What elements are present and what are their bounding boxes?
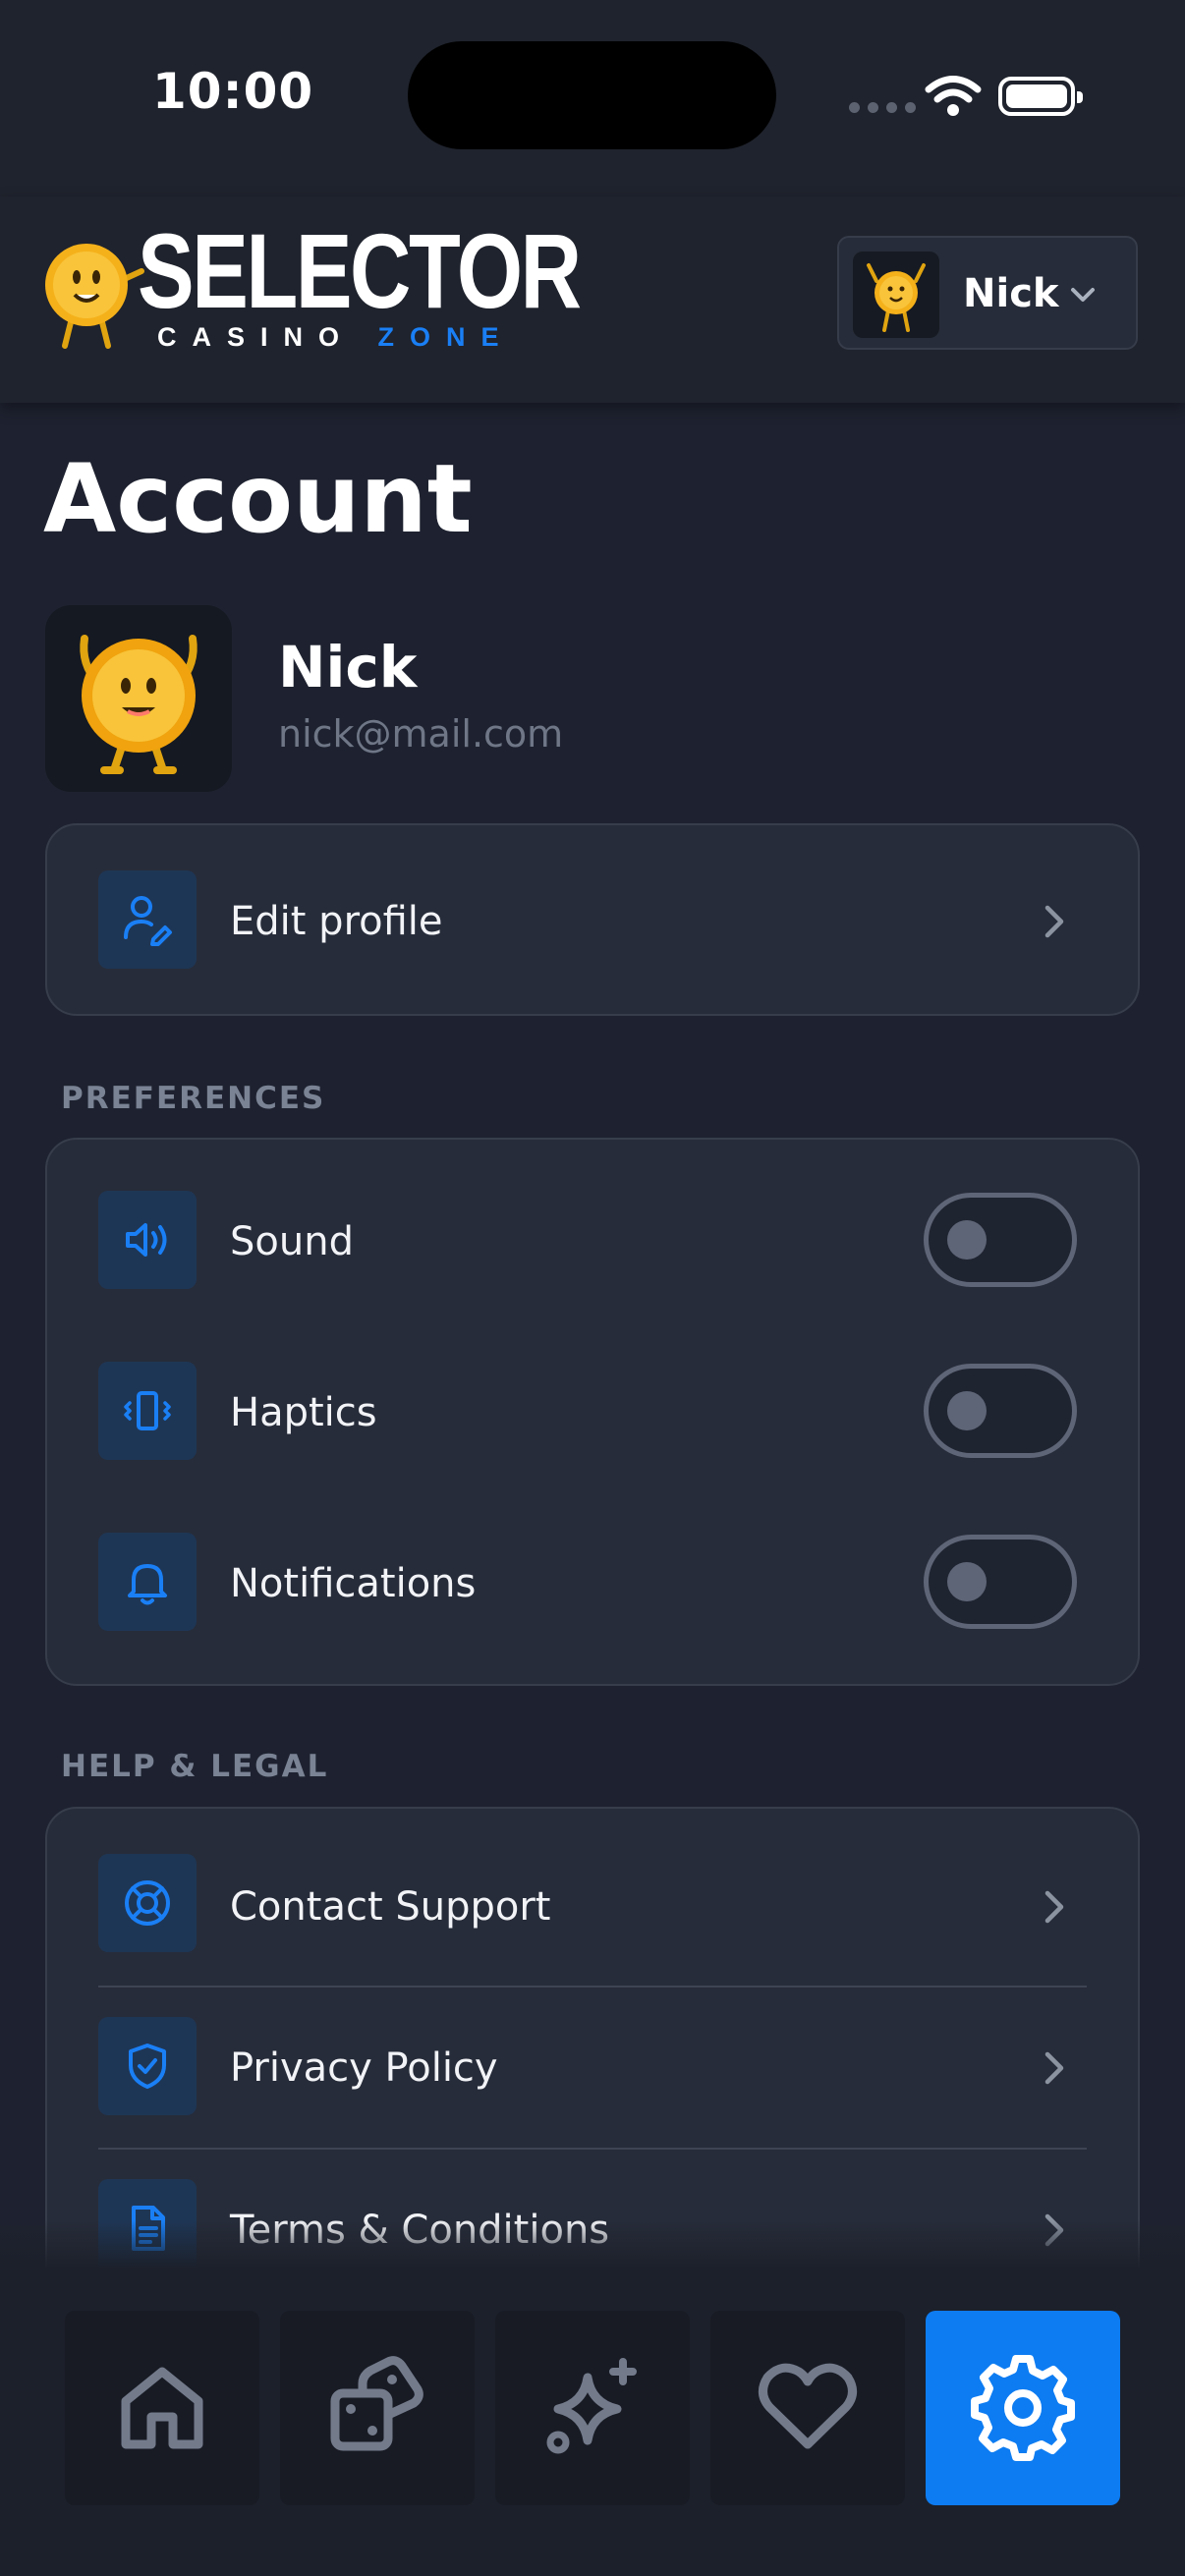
sound-toggle[interactable] [924, 1193, 1077, 1287]
privacy-policy-row[interactable]: Privacy Policy [47, 1988, 1138, 2149]
sparkle-icon [546, 2358, 637, 2454]
preferences-heading: PREFERENCES [61, 1081, 326, 1116]
lifebuoy-icon [98, 1854, 197, 1952]
contact-support-label: Contact Support [230, 1884, 551, 1930]
cellular-signal-icon [849, 102, 916, 113]
chevron-down-icon [1071, 288, 1095, 302]
page-title: Account [43, 444, 473, 554]
gear-icon [971, 2355, 1075, 2461]
user-switcher-name: Nick [963, 271, 1059, 316]
edit-profile-label: Edit profile [230, 899, 443, 944]
logo-subtitle-main: CASINO [157, 322, 356, 352]
nav-favorites-button[interactable] [710, 2311, 905, 2505]
chevron-right-icon [1044, 2051, 1064, 2085]
profile-name: Nick [278, 634, 418, 700]
nav-games-button[interactable] [280, 2311, 475, 2505]
coin-mascot-avatar-icon [867, 263, 926, 332]
toggle-knob [947, 1220, 987, 1260]
chevron-right-icon [1044, 905, 1064, 938]
edit-profile-button[interactable]: Edit profile [45, 823, 1140, 1016]
toggle-knob [947, 1391, 987, 1430]
sound-label: Sound [230, 1219, 354, 1264]
logo-subtitle-accent: ZONE [377, 322, 515, 352]
dice-icon [330, 2356, 423, 2451]
speaker-icon [98, 1191, 197, 1289]
logo-subtitle: CASINO ZONE [157, 322, 515, 353]
heart-icon [759, 2363, 857, 2449]
bell-icon [98, 1533, 197, 1631]
nav-featured-button[interactable] [495, 2311, 690, 2505]
haptics-label: Haptics [230, 1390, 377, 1435]
help-legal-heading: HELP & LEGAL [61, 1749, 329, 1784]
wifi-icon [925, 76, 982, 116]
shield-check-icon [98, 2017, 197, 2115]
home-icon [121, 2367, 203, 2449]
chevron-right-icon [1044, 1890, 1064, 1924]
contact-support-row[interactable]: Contact Support [47, 1809, 1138, 1988]
user-switcher-button[interactable]: Nick [837, 236, 1138, 350]
profile-email: nick@mail.com [278, 712, 564, 756]
logo-title: SELECTOR [138, 211, 582, 330]
preferences-card: Sound Haptics Notifications [45, 1138, 1140, 1686]
dynamic-island [408, 41, 776, 149]
preference-row-sound: Sound [47, 1140, 1138, 1311]
preference-row-haptics: Haptics [47, 1311, 1138, 1482]
user-avatar [853, 252, 939, 338]
status-time: 10:00 [152, 63, 314, 120]
edit-profile-row: Edit profile [47, 825, 1138, 1014]
bottom-nav-fade [0, 2220, 1185, 2269]
toggle-knob [947, 1562, 987, 1601]
battery-icon [998, 77, 1083, 116]
user-edit-icon [98, 870, 197, 969]
notifications-label: Notifications [230, 1561, 477, 1606]
notifications-toggle[interactable] [924, 1535, 1077, 1629]
coin-mascot-profile-icon [80, 635, 198, 774]
nav-home-button[interactable] [65, 2311, 259, 2505]
preference-row-notifications: Notifications [47, 1482, 1138, 1652]
haptics-toggle[interactable] [924, 1364, 1077, 1458]
nav-settings-button[interactable] [926, 2311, 1120, 2505]
vibrate-icon [98, 1362, 197, 1460]
privacy-policy-label: Privacy Policy [230, 2045, 498, 2091]
profile-avatar [45, 605, 232, 792]
